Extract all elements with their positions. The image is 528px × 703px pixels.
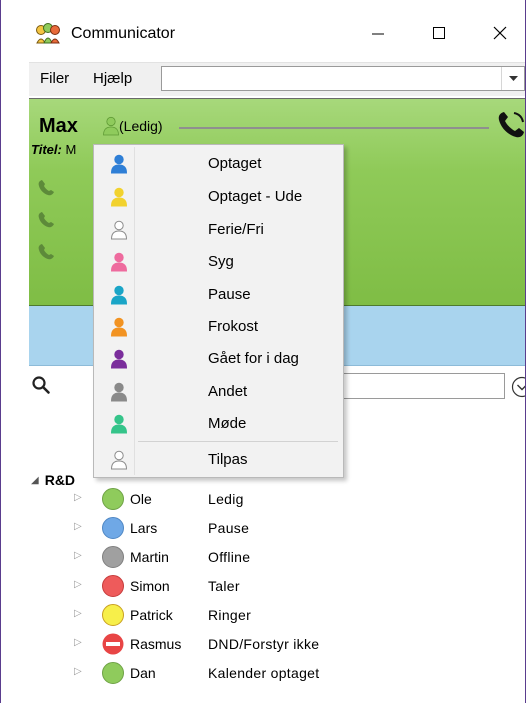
menu-item-status-optaget[interactable]: Optaget [95, 148, 342, 180]
menu-item-label: Andet [208, 383, 248, 400]
menu-item-label: Optaget [208, 155, 262, 172]
contact-name: Patrick [130, 607, 173, 623]
menu-item-status-frokost[interactable]: Frokost [95, 311, 342, 343]
presence-dot-icon [102, 546, 124, 568]
expand-arrow-icon[interactable]: ▷ [74, 637, 82, 648]
presence-dot-icon [102, 575, 124, 597]
presence-dot-icon [102, 517, 124, 539]
person-status-icon [110, 450, 128, 470]
presence-dot-icon [102, 488, 124, 510]
expand-arrow-icon[interactable]: ▷ [74, 550, 82, 561]
menu-item-label: Frokost [208, 318, 259, 335]
contact-row[interactable]: ▷ Patrick Ringer [1, 602, 525, 628]
person-status-icon [110, 154, 128, 174]
user-title-value: M [65, 142, 77, 157]
close-button[interactable] [471, 12, 525, 54]
contact-name: Dan [130, 665, 156, 681]
phone-line-1-icon[interactable] [37, 179, 55, 197]
user-title-label: Titel: [31, 142, 62, 157]
menu-item-label: Gået for i dag [208, 350, 299, 367]
person-status-icon [110, 414, 128, 434]
phone-line-2-icon[interactable] [37, 211, 55, 229]
minimize-button[interactable] [349, 12, 407, 54]
expand-arrow-icon[interactable]: ▷ [74, 666, 82, 677]
status-divider-line [179, 127, 489, 129]
search-options-chevron-icon[interactable] [511, 376, 526, 398]
maximize-button[interactable] [410, 12, 468, 54]
maximize-icon [433, 27, 445, 39]
phone-icon[interactable] [495, 109, 526, 141]
person-status-icon [110, 187, 128, 207]
menu-item-label: Møde [208, 415, 247, 432]
close-icon [493, 26, 507, 40]
menu-item-status-gaaet-for-i-dag[interactable]: Gået for i dag [95, 343, 342, 375]
menu-separator [138, 441, 338, 442]
menu-item-label: Pause [208, 286, 251, 303]
contact-status: Ledig [208, 491, 244, 507]
contact-status: Pause [208, 520, 250, 536]
menu-item-status-tilpas[interactable]: Tilpas [95, 444, 342, 476]
window-title: Communicator [71, 25, 176, 42]
expand-arrow-icon[interactable]: ▷ [74, 608, 82, 619]
contact-name: Rasmus [130, 636, 182, 652]
dnd-presence-icon [102, 633, 124, 655]
menu-item-status-optaget-ude[interactable]: Optaget - Ude [95, 181, 342, 213]
contact-row[interactable]: ▷ Dan Kalender optaget [1, 660, 525, 686]
status-dropdown-menu: Optaget Optaget - Ude Ferie/Fri Syg Pause Fro… [93, 144, 344, 478]
expand-arrow-icon[interactable]: ▷ [74, 521, 82, 532]
contact-name: Lars [130, 520, 158, 536]
contact-row[interactable]: ▷ Lars Pause [1, 515, 525, 541]
menu-item-status-pause[interactable]: Pause [95, 279, 342, 311]
contact-name: Ole [130, 491, 152, 507]
menu-item-label: Optaget - Ude [208, 188, 303, 205]
person-status-icon [110, 349, 128, 369]
contact-status: Kalender optaget [208, 665, 320, 681]
person-status-icon [110, 252, 128, 272]
contact-status: DND/Forstyr ikke [208, 636, 320, 652]
person-status-icon [110, 382, 128, 402]
contact-row[interactable]: ▷ Ole Ledig [1, 486, 525, 512]
person-status-icon [110, 317, 128, 337]
chevron-down-icon [508, 75, 518, 81]
menu-bar: Filer Hjælp [29, 62, 525, 96]
collapse-caret-icon[interactable]: ◢ [31, 475, 39, 486]
app-logo-icon [36, 23, 60, 44]
contact-status: Ringer [208, 607, 252, 623]
minimize-icon [372, 33, 384, 35]
phone-line-3-icon[interactable] [37, 243, 55, 261]
menu-item-status-ferie-fri[interactable]: Ferie/Fri [95, 214, 342, 246]
menu-filer[interactable]: Filer [40, 70, 69, 88]
search-icon[interactable] [31, 375, 51, 395]
menu-item-status-andet[interactable]: Andet [95, 376, 342, 408]
contact-row[interactable]: ▷ Simon Taler [1, 573, 525, 599]
user-status-link[interactable]: (Ledig) [119, 117, 163, 135]
user-status-person-icon[interactable] [102, 116, 120, 136]
menu-item-label: Ferie/Fri [208, 221, 264, 238]
contact-status: Offline [208, 549, 251, 565]
menu-item-label: Syg [208, 253, 234, 270]
toolbar-combobox[interactable] [161, 66, 525, 91]
contact-status: Taler [208, 578, 240, 594]
presence-dot-icon [102, 604, 124, 626]
expand-arrow-icon[interactable]: ▷ [74, 492, 82, 503]
person-status-icon [110, 285, 128, 305]
presence-dot-icon [102, 662, 124, 684]
user-title-row: Titel: M [31, 142, 76, 158]
contact-name: Simon [130, 578, 170, 594]
title-bar[interactable]: Communicator [1, 0, 525, 58]
user-name: Max [39, 115, 78, 137]
expand-arrow-icon[interactable]: ▷ [74, 579, 82, 590]
person-status-icon [110, 220, 128, 240]
contact-row[interactable]: ▷ Martin Offline [1, 544, 525, 570]
communicator-window: Communicator Filer Hjælp Max (Ledig) Tit… [0, 0, 526, 703]
contact-row[interactable]: ▷ Rasmus DND/Forstyr ikke [1, 631, 525, 657]
menu-item-status-syg[interactable]: Syg [95, 246, 342, 278]
menu-item-label: Tilpas [208, 451, 248, 468]
menu-item-status-moede[interactable]: Møde [95, 408, 342, 440]
combobox-dropdown-button[interactable] [501, 67, 524, 90]
contact-name: Martin [130, 549, 169, 565]
menu-hjaelp[interactable]: Hjælp [93, 70, 132, 88]
